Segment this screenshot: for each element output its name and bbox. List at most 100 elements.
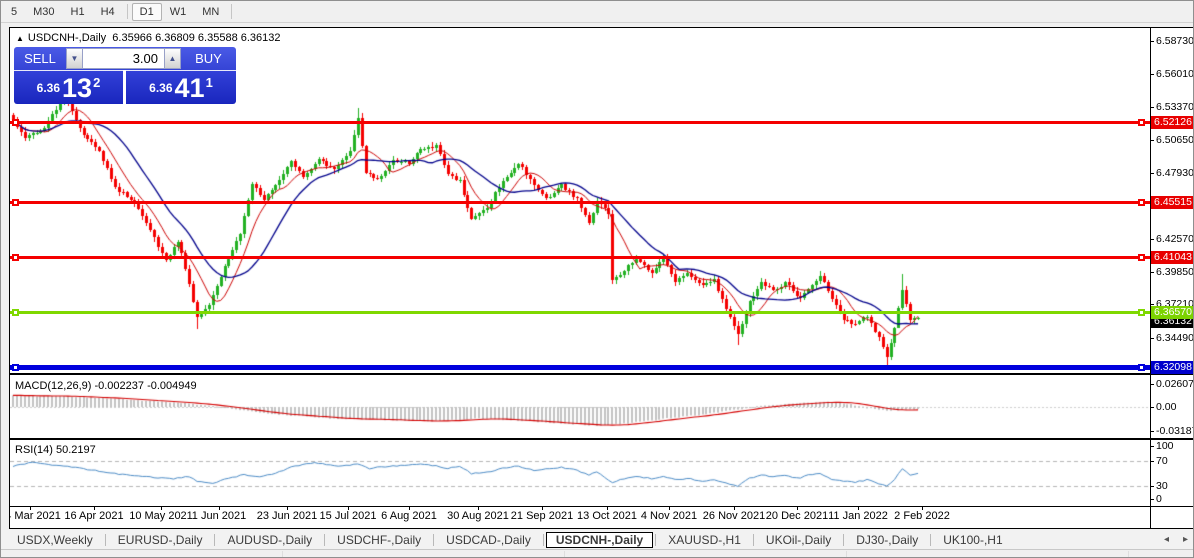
date-axis-tick	[669, 507, 670, 510]
date-axis-tick	[478, 507, 479, 510]
line-handle[interactable]	[1138, 199, 1145, 206]
line-handle[interactable]	[12, 119, 19, 126]
horizontal-level-line[interactable]	[10, 121, 1150, 124]
tab-separator	[543, 534, 544, 546]
sell-price-pip-digit: 2	[93, 75, 100, 90]
symbol-tab-USDCHF[interactable]: USDCHF-,Daily	[327, 532, 431, 548]
rsi-axis-label: 30	[1156, 480, 1194, 492]
symbol-tab-UKOil[interactable]: UKOil-,Daily	[756, 532, 841, 548]
tab-separator	[655, 534, 656, 546]
symbol-tab-USDCAD[interactable]: USDCAD-,Daily	[436, 532, 541, 548]
macd-axis-label: 0.02607	[1156, 378, 1194, 390]
macd-indicator-label: MACD(12,26,9) -0.002237 -0.004949	[15, 380, 197, 392]
rsi-axis-label: 70	[1156, 455, 1194, 467]
volume-input[interactable]	[83, 48, 164, 69]
date-axis-tick	[287, 507, 288, 510]
date-axis-label: 24 Mar 2021	[9, 510, 61, 522]
next-tabs-arrow[interactable]: ▸	[1176, 534, 1194, 545]
macd-axis-label: 0.00	[1156, 401, 1194, 413]
line-handle[interactable]	[12, 254, 19, 261]
symbol-tab-UK100[interactable]: UK100-,H1	[933, 532, 1012, 548]
date-axis-tick	[858, 507, 859, 510]
date-axis-tick	[607, 507, 608, 510]
line-handle[interactable]	[1138, 119, 1145, 126]
tab-separator	[105, 534, 106, 546]
line-handle[interactable]	[1138, 364, 1145, 371]
timeframe-button-MN[interactable]: MN	[194, 3, 227, 21]
buy-price-panel[interactable]: 6.36411	[126, 70, 236, 103]
tab-separator	[433, 534, 434, 546]
line-handle[interactable]	[12, 199, 19, 206]
date-axis-label: 26 Nov 2021	[703, 510, 765, 522]
strip-separator	[282, 551, 283, 558]
date-axis-label: 10 May 2021	[129, 510, 193, 522]
date-axis-tick	[94, 507, 95, 510]
timeframe-button-W1[interactable]: W1	[162, 3, 195, 21]
tab-separator	[324, 534, 325, 546]
price-level-badge: 6.32098	[1151, 361, 1194, 374]
up-arrow-icon: ▲	[169, 54, 177, 63]
sell-price-panel[interactable]: 6.36132	[14, 70, 123, 103]
tab-separator	[930, 534, 931, 546]
date-axis-label: 6 Aug 2021	[381, 510, 437, 522]
pane-separator[interactable]	[10, 438, 1194, 440]
buy-button[interactable]: BUY	[182, 48, 235, 69]
line-handle[interactable]	[12, 309, 19, 316]
price-axis-label: 6.39850	[1156, 266, 1194, 278]
date-axis-label: 13 Oct 2021	[577, 510, 637, 522]
date-axis-label: 20 Dec 2021	[766, 510, 828, 522]
horizontal-level-line[interactable]	[10, 256, 1150, 259]
buy-price-pip-digit: 1	[206, 75, 213, 90]
collapse-arrow-icon[interactable]: ▲	[16, 34, 24, 43]
date-axis-tick	[161, 507, 162, 510]
strip-separator	[846, 551, 847, 558]
symbol-tab-EURUSD[interactable]: EURUSD-,Daily	[108, 532, 213, 548]
price-axis-label: 6.53370	[1156, 101, 1194, 113]
rsi-axis-label: 100	[1156, 440, 1194, 452]
price-level-badge: 6.36570	[1151, 306, 1194, 319]
timeframe-button-H1[interactable]: H1	[63, 3, 93, 21]
timeframe-button-M30[interactable]: M30	[25, 3, 62, 21]
mt4-window: 5M30H1H4D1W1MN ▲USDCNH-,Daily 6.35966 6.…	[0, 0, 1194, 558]
timeframe-button-5[interactable]: 5	[3, 3, 25, 21]
date-axis-label: 30 Aug 2021	[447, 510, 509, 522]
horizontal-level-line[interactable]	[10, 311, 1150, 314]
price-level-badge: 6.45515	[1151, 196, 1194, 209]
strip-separator	[1128, 551, 1129, 558]
symbol-tab-XAUUSD[interactable]: XAUUSD-,H1	[658, 532, 751, 548]
date-axis-label: 23 Jun 2021	[257, 510, 318, 522]
chart-symbol-title: USDCNH-,Daily	[28, 32, 106, 44]
toolbar-separator	[127, 4, 128, 19]
rsi-indicator-canvas[interactable]	[10, 440, 1150, 506]
horizontal-level-line[interactable]	[10, 201, 1150, 204]
volume-decrease-button[interactable]: ▼	[66, 48, 83, 69]
line-handle[interactable]	[1138, 254, 1145, 261]
date-axis-tick	[409, 507, 410, 510]
strip-separator	[564, 551, 565, 558]
price-axis-separator[interactable]	[1150, 28, 1151, 528]
symbol-tab-DJ30[interactable]: DJ30-,Daily	[846, 532, 928, 548]
prev-tabs-arrow[interactable]: ◂	[1157, 534, 1176, 545]
rsi-indicator-label: RSI(14) 50.2197	[15, 444, 96, 456]
sell-price-prefix: 6.36	[37, 81, 60, 95]
date-axis-tick	[30, 507, 31, 510]
line-handle[interactable]	[1138, 309, 1145, 316]
rsi-axis-label: 0	[1156, 493, 1194, 505]
chart-area: ▲USDCNH-,Daily 6.35966 6.36809 6.35588 6…	[9, 27, 1194, 529]
horizontal-level-line[interactable]	[10, 365, 1150, 370]
symbol-tab-AUDUSD[interactable]: AUDUSD-,Daily	[217, 532, 322, 548]
volume-increase-button[interactable]: ▲	[164, 48, 181, 69]
one-click-trading-panel: SELL ▼ ▲ BUY 6.36132 6.36411	[14, 47, 236, 104]
price-axis-label: 6.47930	[1156, 167, 1194, 179]
date-axis-label: 11 Jan 2022	[828, 510, 888, 522]
line-handle[interactable]	[12, 364, 19, 371]
symbol-tab-USDX[interactable]: USDX,Weekly	[7, 532, 103, 548]
price-axis-label: 6.42570	[1156, 233, 1194, 245]
sell-button[interactable]: SELL	[15, 48, 65, 69]
timeframe-button-D1[interactable]: D1	[132, 3, 162, 21]
timeframe-button-H4[interactable]: H4	[93, 3, 123, 21]
pane-separator[interactable]	[10, 373, 1194, 375]
pane-separator[interactable]	[10, 506, 1194, 507]
symbol-tab-USDCNH[interactable]: USDCNH-,Daily	[546, 532, 653, 548]
date-axis-label: 4 Nov 2021	[641, 510, 697, 522]
